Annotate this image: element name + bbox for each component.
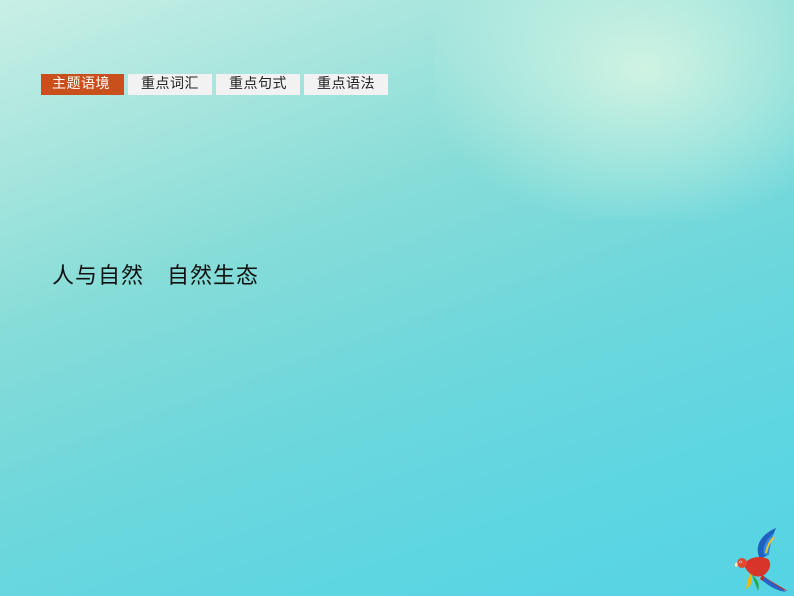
tab-theme-context[interactable]: 主题语境 bbox=[41, 74, 124, 95]
section-tabs: 主题语境 重点词汇 重点句式 重点语法 bbox=[41, 74, 388, 95]
slide-canvas: 主题语境 重点词汇 重点句式 重点语法 人与自然 自然生态 bbox=[0, 0, 794, 596]
page-title: 人与自然 自然生态 bbox=[52, 264, 260, 289]
background-glow bbox=[434, 0, 794, 220]
tab-key-vocabulary[interactable]: 重点词汇 bbox=[128, 74, 212, 95]
parrot-icon bbox=[734, 528, 788, 592]
tab-key-grammar[interactable]: 重点语法 bbox=[304, 74, 388, 95]
tab-key-sentences[interactable]: 重点句式 bbox=[216, 74, 300, 95]
